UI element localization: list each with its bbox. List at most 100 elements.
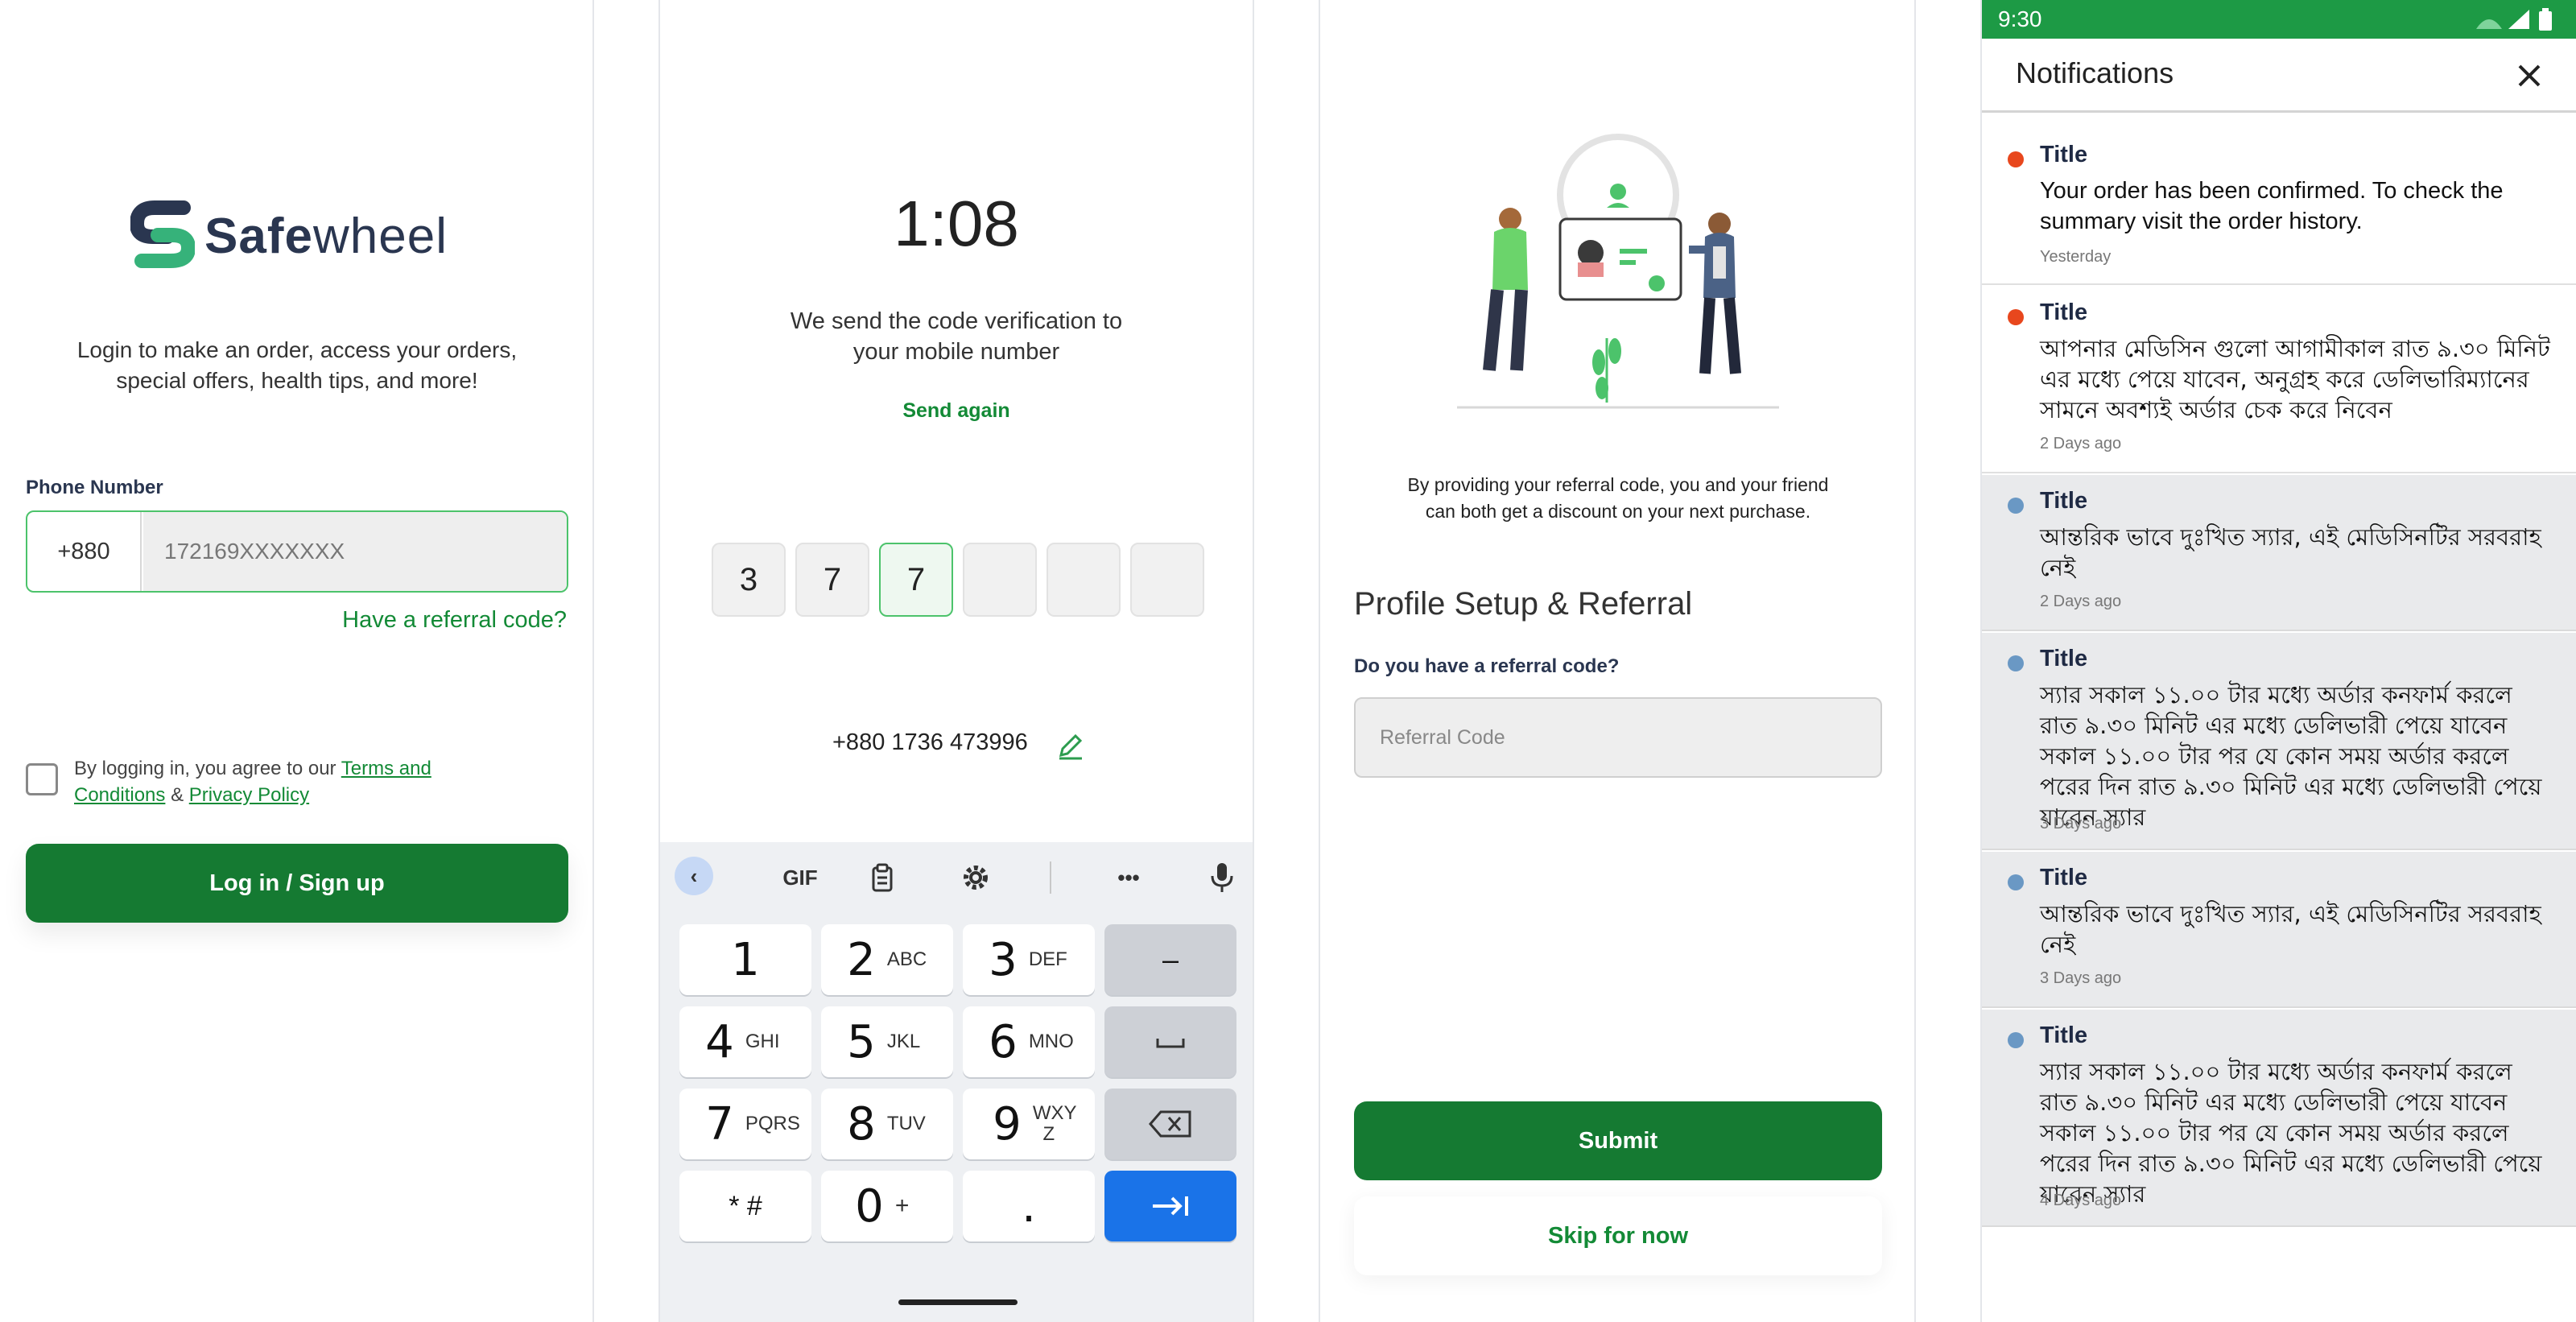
space-bar-icon — [1156, 1039, 1185, 1048]
notification-body: আন্তরিক ভাবে দুঃখিত স্যার, এই মেডিসিনটির… — [2040, 523, 2541, 581]
key-space[interactable] — [1104, 1006, 1236, 1077]
otp-timer: 1:08 — [894, 188, 1019, 259]
key-number: 9 — [993, 1097, 1022, 1151]
key-number: . — [1022, 1179, 1036, 1233]
safewheel-logo: Safewheel — [130, 200, 469, 272]
otp-digit-box[interactable] — [1046, 543, 1121, 617]
terms-checkbox[interactable] — [26, 763, 58, 795]
notification-item[interactable]: Title Your order has been confirmed. To … — [1982, 129, 2576, 285]
referral-description-line-2: can both get a discount on your next pur… — [1425, 501, 1811, 522]
notification-title: Title — [2040, 646, 2088, 671]
key-star-hash[interactable]: * # — [679, 1171, 811, 1241]
edit-pencil-icon[interactable] — [1055, 729, 1087, 762]
otp-digit-box[interactable]: 7 — [795, 543, 869, 617]
otp-digit-box[interactable]: 3 — [712, 543, 786, 617]
key-number: * # — [729, 1190, 762, 1221]
terms-ampersand: & — [165, 784, 189, 806]
key-9[interactable]: 9 WXY Z — [963, 1089, 1095, 1159]
key-8[interactable]: 8 TUV — [821, 1089, 953, 1159]
notification-item[interactable]: Title স্যার সকাল ১১.০০ টার মধ্যে অর্ডার … — [1982, 1010, 2576, 1227]
send-again-link[interactable]: Send again — [660, 399, 1253, 423]
read-dot — [2008, 655, 2024, 671]
referral-illustration — [1457, 134, 1779, 409]
referral-code-link[interactable]: Have a referral code? — [342, 607, 567, 634]
country-code-value: +880 — [57, 538, 110, 564]
unread-dot — [2008, 151, 2024, 167]
otp-phone-number: +880 1736 473996 — [832, 729, 1028, 755]
key-5[interactable]: 5 JKL — [821, 1006, 953, 1077]
key-7[interactable]: 7 PQRS — [679, 1089, 811, 1159]
login-screen: Safewheel Login to make an order, access… — [0, 0, 594, 1322]
key-4[interactable]: 4 GHI — [679, 1006, 811, 1077]
notification-title: Title — [2040, 1022, 2088, 1048]
notifications-title: Notifications — [2016, 56, 2174, 89]
notification-time: 3 Days ago — [2040, 815, 2122, 832]
referral-screen: By providing your referral code, you and… — [1319, 0, 1916, 1322]
key-backspace[interactable] — [1104, 1089, 1236, 1159]
key-letters: ABC — [886, 948, 927, 970]
key-period[interactable]: . — [963, 1171, 1095, 1241]
notification-body: স্যার সকাল ১১.০০ টার মধ্যে অর্ডার কনফার্… — [2040, 681, 2542, 831]
otp-digit-box[interactable] — [1130, 543, 1204, 617]
read-dot — [2008, 1032, 2024, 1048]
clipboard-icon[interactable] — [866, 861, 898, 894]
notification-body: Your order has been confirmed. To check … — [2040, 178, 2504, 234]
phone-input-group: +880 172169XXXXXXX — [26, 510, 568, 593]
backspace-icon — [1149, 1110, 1191, 1138]
key-next[interactable] — [1104, 1171, 1236, 1241]
key-letters: JKL — [886, 1031, 921, 1052]
gear-icon[interactable] — [960, 861, 992, 894]
key-letters: DEF — [1028, 948, 1067, 970]
key-number: 8 — [847, 1097, 876, 1151]
key-letters: TUV — [886, 1113, 926, 1134]
notification-item[interactable]: Title আন্তরিক ভাবে দুঃখিত স্যার, এই মেডি… — [1982, 475, 2576, 631]
privacy-policy-link[interactable]: Privacy Policy — [189, 784, 309, 806]
phone-number-label: Phone Number — [26, 477, 163, 498]
notification-time: Yesterday — [2040, 248, 2112, 266]
otp-message: We send the code verification to your mo… — [660, 306, 1253, 367]
country-code-select[interactable]: +880 — [27, 512, 142, 591]
notification-item[interactable]: Title আন্তরিক ভাবে দুঃখিত স্যার, এই মেডি… — [1982, 852, 2576, 1008]
notification-body: আপনার মেডিসিন গুলো আগামীকাল রাত ৯.৩০ মিন… — [2040, 335, 2550, 423]
home-indicator[interactable] — [898, 1299, 1018, 1305]
key-minus[interactable]: – — [1104, 924, 1236, 995]
key-0[interactable]: 0 + — [821, 1171, 953, 1241]
key-letters: MNO — [1028, 1031, 1074, 1052]
unread-dot — [2008, 309, 2024, 325]
chevron-left-icon[interactable]: ‹ — [675, 857, 713, 895]
key-letters: GHI — [745, 1031, 780, 1052]
toolbar-divider — [1050, 861, 1051, 894]
otp-message-line-2: your mobile number — [852, 339, 1060, 365]
notification-title: Title — [2040, 488, 2088, 514]
key-number: 4 — [705, 1015, 734, 1068]
notification-item[interactable]: Title স্যার সকাল ১১.০০ টার মধ্যে অর্ডার … — [1982, 633, 2576, 850]
notifications-screen: 9:30 Notifications Title Your order has … — [1980, 0, 2576, 1322]
numeric-keyboard — [660, 842, 1253, 1322]
key-number: 6 — [989, 1015, 1018, 1068]
notification-title: Title — [2040, 142, 2088, 167]
notification-time: 4 Days ago — [2040, 1192, 2122, 1209]
notification-body: স্যার সকাল ১১.০০ টার মধ্যে অর্ডার কনফার্… — [2040, 1058, 2542, 1208]
referral-question: Do you have a referral code? — [1354, 655, 1620, 677]
gif-button[interactable]: GIF — [768, 861, 832, 894]
key-letters: + — [894, 1192, 910, 1219]
more-options-icon[interactable]: ••• — [1109, 861, 1148, 894]
microphone-icon[interactable] — [1206, 860, 1238, 895]
key-number: 3 — [989, 933, 1018, 986]
otp-digit-box[interactable] — [963, 543, 1037, 617]
notification-title: Title — [2040, 865, 2088, 890]
notification-item[interactable]: Title আপনার মেডিসিন গুলো আগামীকাল রাত ৯.… — [1982, 287, 2576, 473]
otp-digit-box-active[interactable]: 7 — [879, 543, 953, 617]
key-1[interactable]: 1 — [679, 924, 811, 995]
key-number: 7 — [705, 1097, 734, 1151]
submit-button[interactable]: Submit — [1354, 1101, 1882, 1180]
referral-code-input[interactable]: Referral Code — [1354, 697, 1882, 778]
skip-for-now-button[interactable]: Skip for now — [1354, 1196, 1882, 1275]
key-3[interactable]: 3 DEF — [963, 924, 1095, 995]
key-6[interactable]: 6 MNO — [963, 1006, 1095, 1077]
close-icon[interactable] — [2515, 61, 2544, 90]
login-signup-button[interactable]: Log in / Sign up — [26, 844, 568, 923]
phone-number-input[interactable]: 172169XXXXXXX — [143, 512, 567, 591]
notification-time: 2 Days ago — [2040, 593, 2122, 610]
key-2[interactable]: 2 ABC — [821, 924, 953, 995]
